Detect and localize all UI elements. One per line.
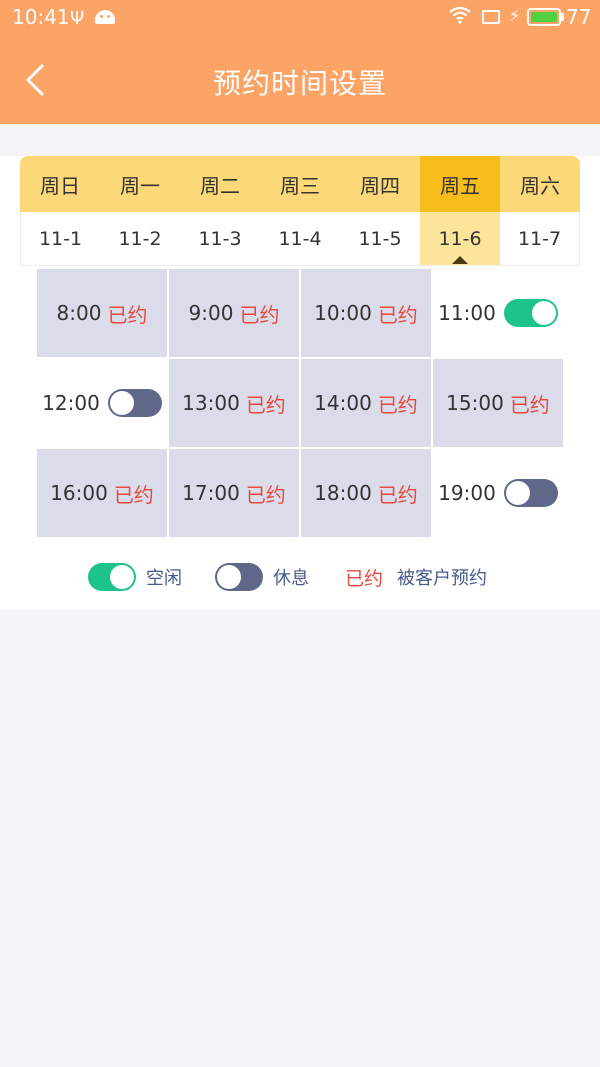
day-name: 周五: [420, 156, 500, 212]
screen-rotate-icon: [482, 10, 500, 24]
booked-label: 已约: [509, 392, 550, 417]
legend: 空闲 休息 已约 被客户预约: [0, 560, 600, 594]
day-date: 11-5: [340, 212, 420, 266]
legend-booked-desc: 被客户预约: [397, 568, 488, 589]
day-tab-sun[interactable]: 周日 11-1: [20, 156, 100, 266]
day-date: 11-7: [500, 212, 580, 266]
toggle-knob: [505, 481, 530, 505]
usb-icon: Ψ: [70, 8, 85, 29]
day-name: 周六: [500, 156, 580, 212]
toggle-knob: [531, 301, 556, 325]
day-name: 周二: [180, 156, 260, 212]
status-bar: 10:41 Ψ ⚡ 77: [0, 0, 600, 34]
time-slot: 19:00: [432, 448, 564, 538]
battery-level: 77: [566, 5, 592, 29]
toggle-knob: [109, 391, 134, 415]
day-tab-tue[interactable]: 周二 11-3: [180, 156, 260, 266]
legend-rest-label: 休息: [273, 568, 309, 589]
day-tab-sat[interactable]: 周六 11-7: [500, 156, 580, 266]
time-slot[interactable]: 13:00 已约: [168, 358, 300, 448]
time-slot[interactable]: 15:00 已约: [432, 358, 564, 448]
battery-icon: [527, 8, 561, 26]
day-date: 11-2: [100, 212, 180, 266]
day-tab-thu[interactable]: 周四 11-5: [340, 156, 420, 266]
slot-time: 14:00: [314, 391, 372, 415]
day-date: 11-3: [180, 212, 260, 266]
time-slot[interactable]: 17:00 已约: [168, 448, 300, 538]
page-title: 预约时间设置: [212, 67, 387, 100]
time-slot[interactable]: 8:00 已约: [36, 268, 168, 358]
time-slot: 12:00: [36, 358, 168, 448]
slot-time: 10:00: [314, 301, 372, 325]
selected-caret-icon: [452, 256, 468, 264]
toggle-knob: [217, 565, 241, 589]
slot-time: 8:00: [56, 301, 102, 325]
time-slot[interactable]: 10:00 已约: [300, 268, 432, 358]
day-name: 周三: [260, 156, 340, 212]
booked-label: 已约: [107, 302, 148, 327]
booked-label: 已约: [239, 302, 280, 327]
legend-booked: 已约 被客户预约: [345, 560, 487, 594]
time-slot[interactable]: 18:00 已约: [300, 448, 432, 538]
day-tab-fri[interactable]: 周五 11-6: [420, 156, 500, 266]
legend-free-label: 空闲: [146, 568, 182, 589]
slot-time: 18:00: [314, 481, 372, 505]
android-icon: [95, 10, 115, 24]
legend-rest: 休息: [215, 560, 309, 594]
wifi-icon: [449, 6, 471, 24]
day-name: 周日: [20, 156, 100, 212]
booked-label: 已约: [377, 482, 418, 507]
day-date: 11-1: [20, 212, 100, 266]
slot-time: 9:00: [188, 301, 234, 325]
day-name: 周四: [340, 156, 420, 212]
status-time: 10:41: [12, 5, 70, 29]
time-slot[interactable]: 9:00 已约: [168, 268, 300, 358]
day-tab-wed[interactable]: 周三 11-4: [260, 156, 340, 266]
toggle-off-icon: [215, 563, 263, 591]
booked-label: 已约: [113, 482, 154, 507]
availability-toggle[interactable]: [503, 479, 558, 507]
legend-booked-label: 已约: [345, 567, 384, 590]
schedule-card: 周日 11-1 周一 11-2 周二 11-3 周三 11-4 周四 11-5 …: [0, 156, 600, 610]
week-selector: 周日 11-1 周一 11-2 周二 11-3 周三 11-4 周四 11-5 …: [20, 156, 580, 266]
slot-time: 19:00: [438, 481, 496, 505]
toggle-knob: [110, 565, 134, 589]
header-bar: 10:41 Ψ ⚡ 77 预约时间设置: [0, 0, 600, 124]
slot-time: 16:00: [50, 481, 108, 505]
slot-time: 17:00: [182, 481, 240, 505]
booked-label: 已约: [245, 482, 286, 507]
toggle-on-icon: [88, 563, 136, 591]
time-slot-grid: 8:00 已约 9:00 已约 10:00 已约 11:00 12:00 13:…: [36, 268, 564, 538]
booked-label: 已约: [245, 392, 286, 417]
time-slot[interactable]: 16:00 已约: [36, 448, 168, 538]
slot-time: 12:00: [42, 391, 100, 415]
booked-label: 已约: [377, 302, 418, 327]
time-slot: 11:00: [432, 268, 564, 358]
legend-free: 空闲: [88, 560, 182, 594]
availability-toggle[interactable]: [503, 299, 558, 327]
day-name: 周一: [100, 156, 180, 212]
booked-label: 已约: [377, 392, 418, 417]
slot-time: 15:00: [446, 391, 504, 415]
battery-cap: [561, 13, 564, 21]
day-tab-mon[interactable]: 周一 11-2: [100, 156, 180, 266]
slot-time: 13:00: [182, 391, 240, 415]
time-slot[interactable]: 14:00 已约: [300, 358, 432, 448]
availability-toggle[interactable]: [107, 389, 162, 417]
slot-time: 11:00: [438, 301, 496, 325]
charging-icon: ⚡: [509, 6, 521, 25]
day-date: 11-4: [260, 212, 340, 266]
